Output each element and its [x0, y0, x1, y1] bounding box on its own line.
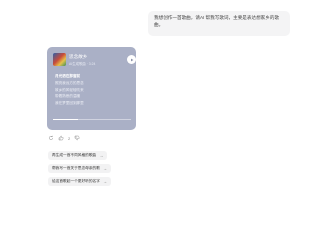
message-action-bar: 2 — [48, 135, 80, 141]
thumbs-down-icon[interactable] — [74, 135, 80, 141]
album-cover — [53, 53, 66, 66]
card-footer — [53, 117, 133, 125]
suggestion-label: 帮我写一首关于思念母亲的歌 — [52, 166, 100, 170]
lyric-line: 月光洒在那窗前 — [55, 74, 81, 78]
suggestion-label: 再生成一首不同风格的歌曲 — [52, 153, 97, 157]
suggestion-chip[interactable]: 再生成一首不同风格的歌曲 → — [48, 151, 108, 160]
play-button[interactable] — [127, 55, 136, 64]
progress-bar[interactable] — [53, 119, 131, 120]
lyrics-list: 月光洒在那窗前 照亮我远方的思念 故乡的风轻轻吹来 带着熟悉的温暖 我在梦里回到… — [55, 73, 133, 107]
refresh-icon[interactable] — [48, 135, 54, 141]
suggestion-label: 给这首歌起一个更好听的名字 — [52, 179, 100, 183]
suggestion-chip[interactable]: 给这首歌起一个更好听的名字 → — [48, 177, 111, 186]
suggestion-chip[interactable]: 帮我写一首关于思念母亲的歌 → — [48, 164, 111, 173]
like-count: 2 — [68, 135, 71, 141]
lyric-line: 故乡的风轻轻吹来 — [55, 87, 84, 92]
lyric-line: 我在梦里回到那里 — [55, 101, 84, 106]
card-header: 思念故乡 AI生成歌曲 · 3:24 — [53, 53, 136, 69]
thumbs-up-icon[interactable] — [58, 135, 64, 141]
user-message-bubble: 我想创作一首歌曲，请AI 帮我写歌词，主要是表达想家乡的歌曲。 — [148, 11, 290, 36]
lyric-line: 带着熟悉的温暖 — [55, 94, 81, 99]
song-subtitle: AI生成歌曲 · 3:24 — [69, 62, 96, 66]
song-title: 思念故乡 — [69, 54, 88, 59]
lyric-line: 照亮我远方的思念 — [55, 80, 84, 85]
user-message-text: 我想创作一首歌曲，请AI 帮我写歌词，主要是表达想家乡的歌曲。 — [154, 15, 280, 27]
arrow-right-icon: → — [102, 166, 107, 171]
arrow-right-icon: → — [99, 153, 104, 158]
music-player-card[interactable]: 思念故乡 AI生成歌曲 · 3:24 月光洒在那窗前 照亮我远方的思念 故乡的风… — [47, 47, 136, 130]
arrow-right-icon: → — [102, 179, 107, 184]
progress-fill — [53, 119, 78, 120]
play-icon — [130, 58, 133, 61]
